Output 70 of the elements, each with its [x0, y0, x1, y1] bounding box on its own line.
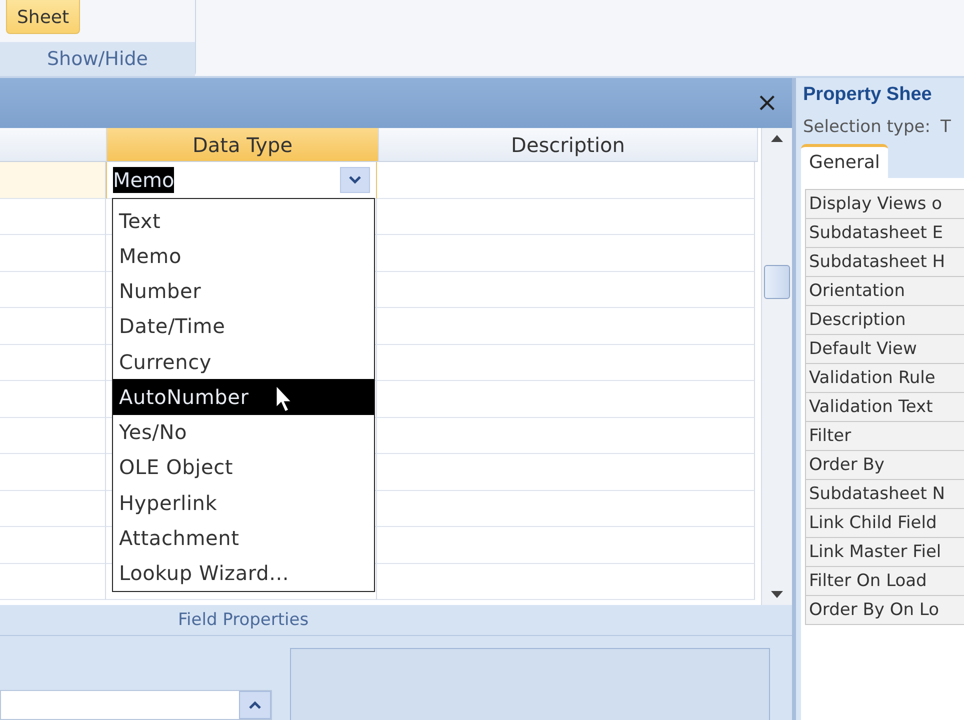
row-selector-cell[interactable] [0, 490, 106, 527]
table-cell[interactable] [377, 418, 755, 454]
property-name: Link Master Fiel [805, 538, 964, 567]
dropdown-option[interactable]: Number [113, 274, 374, 309]
table-cell[interactable] [377, 381, 755, 418]
property-name: Order By [805, 451, 964, 480]
property-name: Filter On Load [805, 567, 964, 596]
table-cell[interactable] [377, 162, 755, 198]
scrollbar[interactable] [761, 128, 792, 605]
property-name: Validation Text [805, 393, 964, 422]
group-label: Show/Hide [0, 42, 195, 76]
column-header[interactable] [0, 128, 107, 162]
property-field[interactable] [0, 690, 272, 720]
property-name: Filter [805, 422, 964, 451]
scroll-up-icon [770, 134, 784, 143]
dropdown-option[interactable]: Lookup Wizard... [113, 556, 374, 591]
dropdown-option[interactable]: Memo [113, 238, 374, 274]
column-header[interactable]: Description [379, 128, 758, 162]
dropdown-option[interactable]: Hyperlink [113, 485, 374, 520]
scroll-thumb[interactable] [764, 264, 790, 298]
dropdown-button[interactable] [340, 166, 370, 193]
sheet-button[interactable]: Sheet [6, 0, 80, 34]
dropdown-option[interactable]: Currency [113, 344, 374, 380]
scroll-up-button[interactable] [239, 691, 271, 719]
chevron-down-icon [348, 174, 362, 185]
dropdown-option[interactable]: AutoNumber [113, 379, 374, 415]
table-cell[interactable] [377, 564, 755, 600]
dropdown-option[interactable]: OLE Object [113, 450, 374, 486]
section-label: Field Properties [0, 605, 792, 636]
row-selector-cell[interactable] [0, 527, 106, 564]
table-cell[interactable] [377, 527, 755, 564]
table-cell[interactable] [377, 235, 755, 272]
table-cell[interactable] [377, 454, 755, 490]
property-name: Subdatasheet E [805, 219, 964, 248]
row-selector-cell[interactable] [0, 418, 106, 454]
property-name: Link Child Field [805, 509, 964, 538]
selection-type-value: T [940, 117, 951, 137]
column-header[interactable]: Data Type [107, 128, 379, 162]
tab[interactable]: General [801, 144, 888, 178]
property-name: Display Views o [805, 189, 964, 219]
close-button[interactable]: × [756, 88, 778, 118]
table-cell[interactable] [377, 344, 755, 381]
dropdown-option[interactable]: Date/Time [113, 308, 374, 344]
row-selector-cell[interactable] [0, 564, 106, 600]
row-selector-cell[interactable] [0, 454, 106, 490]
property-name: Orientation [805, 277, 964, 306]
dropdown-option[interactable]: Text [113, 203, 374, 238]
selection-type-label: Selection type: [803, 117, 930, 137]
chevron-up-icon [248, 700, 262, 710]
property-name: Subdatasheet N [805, 480, 964, 509]
property-name: Description [805, 306, 964, 335]
scroll-down-icon [770, 590, 784, 599]
property-name: Default View [805, 335, 964, 364]
row-selector-cell[interactable] [0, 235, 106, 272]
row-selector-cell[interactable] [0, 308, 106, 344]
property-name: Subdatasheet H [805, 248, 964, 277]
panel-title: Property Shee [802, 83, 933, 107]
row-selector-cell[interactable] [0, 381, 106, 418]
row-selector-cell[interactable] [0, 272, 106, 308]
table-cell[interactable] [377, 308, 755, 344]
table-cell[interactable] [377, 490, 755, 527]
dropdown-option[interactable]: Attachment [113, 520, 374, 556]
row-selector-cell[interactable] [0, 198, 106, 235]
dropdown-option[interactable]: Yes/No [113, 414, 374, 450]
row-selector-cell[interactable] [0, 162, 106, 198]
property-name: Validation Rule [805, 364, 964, 393]
property-name: Order By On Lo [805, 596, 964, 625]
row-selector-cell[interactable] [0, 344, 106, 381]
table-cell[interactable] [377, 272, 755, 308]
table-cell[interactable] [377, 198, 755, 235]
